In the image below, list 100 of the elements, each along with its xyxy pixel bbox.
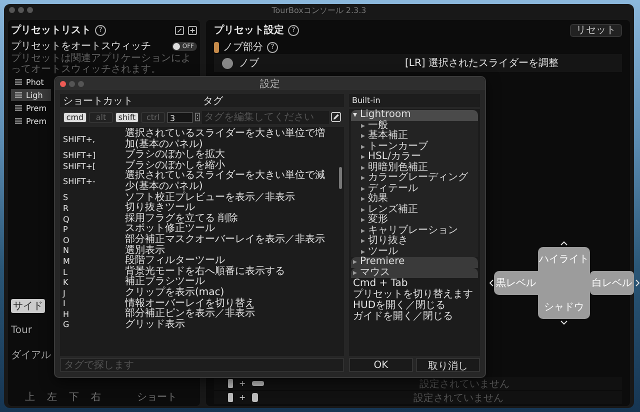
control-label: Tour — [11, 325, 32, 336]
list-icon — [15, 79, 22, 85]
edit-icon[interactable] — [175, 26, 184, 34]
detail-text: プリセットを切り替えます — [352, 289, 474, 300]
reset-button[interactable]: リセット — [570, 24, 622, 36]
preset-item[interactable]: Phot — [11, 76, 51, 88]
tree-item[interactable]: Premiere — [351, 257, 478, 268]
tree-item[interactable]: トーンカーブ — [351, 142, 478, 152]
shortcut-key[interactable]: P — [63, 225, 125, 234]
shortcut-key[interactable]: SHIFT+- — [63, 177, 125, 186]
chevron-down-icon — [560, 320, 568, 325]
shortcut-key[interactable]: R — [63, 204, 125, 213]
stepper-icon[interactable] — [195, 112, 200, 122]
control-label: ショート — [137, 391, 177, 404]
shortcut-key[interactable]: O — [63, 236, 125, 245]
knob-row[interactable]: ノブ [LR] 選択されたスライダーを調整 — [214, 54, 622, 72]
tree-item[interactable]: Lightroom — [351, 110, 478, 120]
shortcut-key[interactable]: M — [63, 256, 125, 266]
shortcut-tag[interactable]: グリッド表示 — [125, 320, 332, 330]
action-label: 設定されていません — [414, 392, 504, 404]
button-icon — [252, 393, 258, 402]
panel-title: プリセット設定 — [214, 23, 284, 37]
shortcut-key[interactable]: L — [63, 268, 125, 277]
autoswitch-label: プリセットをオートスウィッチ — [11, 40, 151, 52]
tree-item[interactable]: 効果 — [351, 194, 478, 204]
tree-item[interactable]: 切り抜き — [351, 236, 478, 246]
detail-text: Cmd + Tab — [352, 278, 409, 289]
preset-item[interactable]: Prem — [11, 115, 51, 127]
shortcut-tag[interactable]: 採用フラグを立てる 削除 — [125, 214, 332, 224]
tree-item[interactable]: カラーグレーディング — [351, 173, 478, 184]
side-label: サイド — [11, 299, 45, 313]
preset-item[interactable]: Ligh — [11, 89, 51, 101]
tree-item[interactable]: レンズ補正 — [351, 204, 478, 215]
shortcut-tag[interactable]: 切り抜きツール — [125, 203, 332, 214]
shortcut-key[interactable]: G — [63, 320, 125, 330]
modifier-toggle[interactable]: cmd — [63, 112, 87, 122]
button-icon — [252, 381, 264, 386]
combo-label: + — [239, 379, 246, 388]
add-icon[interactable] — [188, 26, 197, 34]
section-marker-icon — [214, 42, 219, 52]
shortcut-key[interactable]: Q — [63, 214, 125, 224]
modifier-toggle[interactable]: shift — [115, 112, 139, 122]
shortcut-tag[interactable]: 段階フィルターツール — [125, 256, 332, 267]
knob-action: [LR] 選択されたスライダーを調整 — [405, 56, 559, 70]
action-label: 設定されていません — [420, 378, 510, 390]
section-title: ノブ部分 — [223, 40, 263, 54]
edit-icon[interactable] — [331, 112, 341, 122]
list-icon — [15, 105, 22, 111]
shortcut-key[interactable]: N — [63, 246, 125, 256]
shortcut-key[interactable]: SHIFT+] — [63, 150, 125, 160]
button-row[interactable]: + 設定されていません — [214, 391, 622, 404]
control-label: ダイアル — [11, 349, 51, 362]
shortcut-key[interactable]: I — [63, 299, 125, 308]
shortcut-key[interactable]: SHIFT+[ — [63, 162, 125, 171]
shortcut-tag[interactable]: 部分補正マスクオーバーレイを表示／非表示 — [125, 234, 332, 246]
tree-item[interactable]: ツール — [351, 246, 478, 257]
chevron-left-icon — [488, 279, 494, 287]
column-header: ショートカット — [62, 94, 134, 108]
detail-text: HUDを開く／閉じる — [352, 300, 447, 311]
combo-label: + — [239, 393, 246, 402]
dialog-title: 設定 — [259, 78, 281, 90]
direction-label: 左 — [47, 391, 57, 404]
direction-label: 上 — [25, 390, 35, 404]
shortcut-tag[interactable]: 部分補正ピンを表示／非表示 — [125, 309, 332, 320]
tree-item[interactable]: マウス — [351, 268, 478, 278]
shortcut-key[interactable]: H — [63, 310, 125, 319]
search-field[interactable]: タグで探します — [60, 358, 344, 372]
shortcut-tag[interactable]: クリップを表示(mac) — [125, 288, 332, 298]
shortcut-key[interactable]: SHIFT+, — [63, 135, 125, 144]
chevron-right-icon — [634, 279, 640, 287]
window-title: TourBoxコンソール 2.3.3 — [270, 4, 368, 16]
shortcut-key[interactable]: J — [63, 288, 125, 298]
shortcut-tag[interactable]: 選択されているスライダーを大きい単位で減少(基本のパネル) — [125, 171, 332, 193]
key-field[interactable]: 3 — [167, 112, 193, 122]
shortcut-key[interactable]: S — [63, 193, 125, 202]
autoswitch-description: プリセットは関連アプリケーションによってオートスウィッチされます。 — [11, 53, 192, 75]
builtin-header: Built-in — [349, 94, 480, 107]
ok-button[interactable]: OK — [349, 358, 413, 372]
direction-label: 右 — [91, 391, 101, 404]
tree-item[interactable]: 明暗別色補正 — [351, 162, 478, 173]
tree-item[interactable]: キャリブレーション — [351, 226, 478, 236]
tag-field[interactable]: タグを編集してください — [202, 110, 329, 124]
chevron-up-icon — [560, 241, 568, 246]
tree-item[interactable]: ディテール — [351, 184, 478, 194]
tree-item[interactable]: 一般 — [351, 120, 478, 131]
button-row[interactable]: + 設定されていません — [214, 377, 622, 390]
shortcut-tag[interactable]: ブラシのぼかしを拡大 — [125, 150, 332, 161]
cancel-button[interactable]: 取り消し — [416, 358, 480, 372]
shortcut-key[interactable]: K — [63, 278, 125, 288]
scrollbar[interactable] — [339, 167, 342, 189]
preset-item[interactable]: Prem — [11, 102, 51, 114]
shortcut-tag[interactable]: スポット修正ツール — [125, 224, 332, 235]
tree-item[interactable]: 基本補正 — [351, 131, 478, 142]
shortcut-tag[interactable]: 補正ブラシツール — [125, 277, 332, 288]
direction-label: 下 — [69, 391, 79, 404]
tree-item[interactable]: HSL/カラー — [351, 152, 478, 162]
knob-icon — [222, 58, 233, 68]
knob-label: ノブ — [239, 56, 259, 70]
column-header: タグ — [203, 94, 223, 108]
tree-item[interactable]: 変形 — [351, 215, 478, 226]
